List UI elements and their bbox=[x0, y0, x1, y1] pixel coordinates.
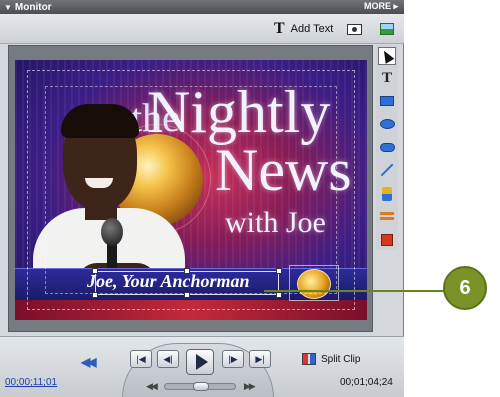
camera-icon bbox=[346, 23, 362, 35]
text-T-icon: T bbox=[381, 69, 392, 86]
split-clip-button[interactable]: Split Clip bbox=[302, 353, 360, 365]
camera-button[interactable] bbox=[345, 19, 363, 39]
monitor-panel: ▼ Monitor MORE ▸ T Add Text the Nightly … bbox=[0, 0, 404, 397]
shuttle-forward-icon[interactable]: ▶▶ bbox=[244, 381, 256, 392]
add-text-button[interactable]: T Add Text bbox=[274, 19, 333, 39]
selection-tool[interactable] bbox=[378, 47, 396, 65]
selection-handle[interactable] bbox=[184, 268, 190, 274]
selection-handle[interactable] bbox=[92, 268, 98, 274]
monitor-title-bar: ▼ Monitor MORE ▸ bbox=[0, 0, 404, 14]
ellipse-tool[interactable] bbox=[378, 115, 396, 133]
shuttle-knob[interactable] bbox=[192, 381, 209, 391]
collapse-triangle-icon[interactable]: ▼ bbox=[4, 3, 12, 12]
image-button[interactable] bbox=[378, 19, 396, 39]
arrow-pointer-icon bbox=[379, 48, 395, 64]
selection-handle[interactable] bbox=[92, 292, 98, 298]
play-icon bbox=[195, 354, 208, 370]
split-clip-icon bbox=[302, 353, 316, 365]
text-T-icon: T bbox=[274, 20, 285, 37]
clip-duration-timecode: 00;01;04;24 bbox=[340, 377, 393, 388]
preview-viewer: the Nightly News with Joe Joe, Your Anch… bbox=[8, 45, 373, 332]
rectangle-icon bbox=[380, 96, 394, 106]
step-back-button[interactable]: ◀| bbox=[157, 350, 179, 368]
line-tool[interactable] bbox=[378, 161, 396, 179]
ellipse-icon bbox=[379, 119, 395, 129]
add-text-label: Add Text bbox=[290, 23, 334, 35]
callout-leader-line bbox=[264, 290, 458, 292]
selection-handle[interactable] bbox=[276, 292, 282, 298]
color-tool[interactable] bbox=[378, 185, 396, 203]
video-frame[interactable]: the Nightly News with Joe Joe, Your Anch… bbox=[15, 60, 367, 320]
title-tools-palette: T bbox=[376, 45, 398, 250]
rectangle-tool[interactable] bbox=[378, 92, 396, 110]
align-tool[interactable] bbox=[378, 208, 396, 226]
go-to-next-edit-button[interactable]: ▶| bbox=[249, 350, 271, 368]
split-clip-label: Split Clip bbox=[321, 353, 361, 365]
stop-tool[interactable] bbox=[378, 231, 396, 249]
rounded-rectangle-icon bbox=[379, 142, 395, 152]
more-menu-button[interactable]: MORE ▸ bbox=[364, 1, 398, 12]
go-to-previous-edit-button[interactable]: |◀ bbox=[130, 350, 152, 368]
line-icon bbox=[380, 163, 394, 177]
current-time-timecode[interactable]: 00;00;11;01 bbox=[5, 377, 57, 388]
step-callout-badge: 6 bbox=[443, 266, 487, 310]
playback-controls: ◀◀ |◀ ◀| |▶ ▶| ◀◀ ▶▶ Split Clip 00;00;11… bbox=[0, 336, 404, 397]
play-button[interactable] bbox=[186, 349, 214, 375]
shuttle-control: ◀◀ ▶▶ bbox=[146, 380, 256, 392]
stop-square-icon bbox=[381, 234, 393, 246]
shuttle-track[interactable] bbox=[163, 381, 236, 391]
selection-handle[interactable] bbox=[276, 268, 282, 274]
align-icon bbox=[380, 212, 394, 222]
shuttle-rewind-icon[interactable]: ◀◀ bbox=[146, 381, 158, 392]
image-icon bbox=[380, 23, 394, 35]
title-safe-margin bbox=[45, 86, 337, 294]
rounded-rectangle-tool[interactable] bbox=[378, 138, 396, 156]
text-tool[interactable]: T bbox=[378, 69, 396, 87]
step-forward-button[interactable]: |▶ bbox=[222, 350, 244, 368]
color-swatch-icon bbox=[382, 187, 392, 201]
monitor-toolbar: T Add Text bbox=[0, 14, 404, 44]
go-to-beginning-button[interactable]: ◀◀ bbox=[81, 355, 97, 369]
panel-title: Monitor bbox=[14, 1, 52, 13]
selection-handle[interactable] bbox=[184, 292, 190, 298]
